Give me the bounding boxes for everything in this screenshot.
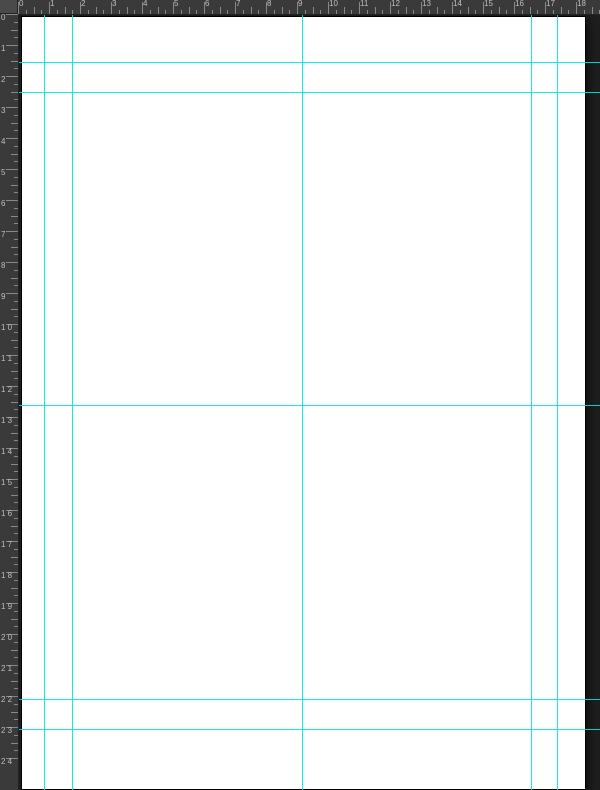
guide-horizontal[interactable] bbox=[18, 62, 600, 63]
ruler-h-label: 4 bbox=[143, 0, 147, 8]
ruler-v-label: 8 bbox=[1, 262, 13, 269]
ruler-h-label: 11 bbox=[360, 0, 368, 8]
ruler-h-label: 9 bbox=[298, 0, 302, 8]
ruler-v-label: 1 8 bbox=[1, 572, 13, 579]
ruler-v-label: 1 2 bbox=[1, 386, 13, 393]
ruler-h-label: 10 bbox=[329, 0, 338, 8]
ruler-v-label: 5 bbox=[1, 169, 13, 176]
ruler-v-label: 1 6 bbox=[1, 510, 13, 517]
ruler-h-label: 0 bbox=[19, 0, 23, 8]
ruler-v-label: 4 bbox=[1, 138, 13, 145]
ruler-v-label: 2 bbox=[1, 76, 13, 83]
ruler-h-label: 5 bbox=[174, 0, 178, 8]
ruler-vertical[interactable]: 0 1 2 3 4 5 6 7 8 9 1 0 1 1 1 2 1 3 1 4 1 5 1 6 1 7 1 8 1 9… bbox=[0, 14, 19, 790]
guide-horizontal[interactable] bbox=[18, 729, 600, 730]
ruler-h-label: 14 bbox=[453, 0, 462, 8]
ruler-v-label: 7 bbox=[1, 231, 13, 238]
ruler-origin-box[interactable] bbox=[0, 0, 18, 14]
guide-vertical[interactable] bbox=[72, 14, 73, 790]
ruler-h-label: 8 bbox=[267, 0, 271, 8]
ruler-v-label: 2 2 bbox=[1, 696, 13, 703]
ruler-v-label: 1 7 bbox=[1, 541, 13, 548]
ruler-h-label: 7 bbox=[236, 0, 240, 8]
guide-vertical[interactable] bbox=[531, 14, 532, 790]
ruler-h-label: 3 bbox=[112, 0, 116, 8]
ruler-v-label: 2 1 bbox=[1, 665, 13, 672]
guide-horizontal[interactable] bbox=[18, 405, 600, 406]
pasteboard[interactable] bbox=[18, 14, 600, 790]
ruler-h-label: 13 bbox=[422, 0, 431, 8]
ruler-v-label: 2 3 bbox=[1, 727, 13, 734]
ruler-v-label: 2 4 bbox=[1, 758, 13, 765]
guide-horizontal[interactable] bbox=[18, 699, 600, 700]
ruler-h-label: 15 bbox=[484, 0, 493, 8]
ruler-v-label: 1 0 bbox=[1, 324, 13, 331]
ruler-v-label: 1 1 bbox=[1, 355, 13, 362]
ruler-v-label: 9 bbox=[1, 293, 13, 300]
ruler-h-label: 17 bbox=[546, 0, 555, 8]
ruler-h-label: 2 bbox=[81, 0, 85, 8]
ruler-v-label: 1 5 bbox=[1, 479, 13, 486]
ruler-v-label: 0 bbox=[1, 14, 13, 21]
guide-vertical[interactable] bbox=[44, 14, 45, 790]
ruler-v-label: 2 0 bbox=[1, 634, 13, 641]
guide-vertical[interactable] bbox=[557, 14, 558, 790]
guide-horizontal[interactable] bbox=[18, 92, 600, 93]
document-page[interactable] bbox=[22, 17, 585, 789]
ruler-v-label: 1 3 bbox=[1, 417, 13, 424]
ruler-h-label: 18 bbox=[577, 0, 586, 8]
ruler-v-label: 1 9 bbox=[1, 603, 13, 610]
guide-vertical[interactable] bbox=[302, 14, 303, 790]
ruler-h-label: 12 bbox=[391, 0, 400, 8]
ruler-h-label: 1 bbox=[50, 0, 54, 8]
ruler-v-label: 3 bbox=[1, 107, 13, 114]
ruler-horizontal[interactable]: 012345678910111213141516171819 bbox=[18, 0, 600, 15]
ruler-h-label: 6 bbox=[205, 0, 209, 8]
ruler-h-label: 16 bbox=[515, 0, 524, 8]
ruler-v-label: 1 4 bbox=[1, 448, 13, 455]
ruler-v-label: 1 bbox=[1, 45, 13, 52]
ruler-v-label: 6 bbox=[1, 200, 13, 207]
